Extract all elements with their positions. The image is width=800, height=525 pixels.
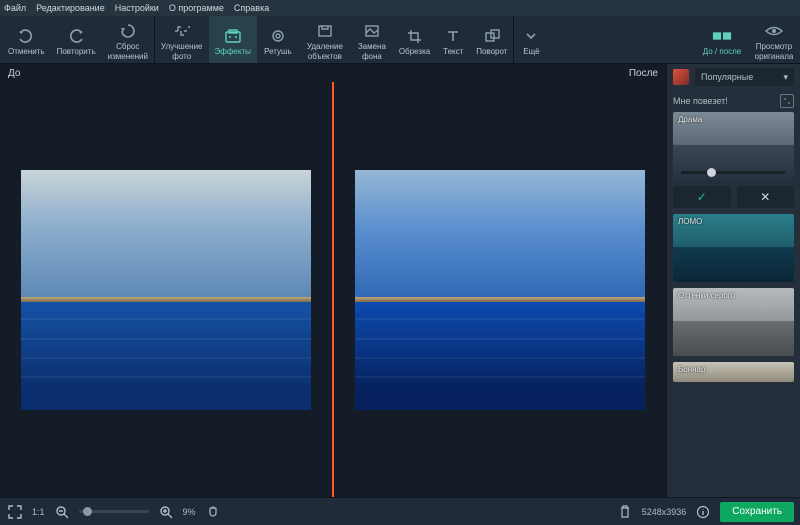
before-image — [21, 170, 311, 410]
redo-button[interactable]: Повторить — [51, 16, 102, 63]
undo-button[interactable]: Отменить — [2, 16, 51, 63]
effects-icon — [223, 26, 243, 46]
enhance-button[interactable]: Улучшение фото — [155, 16, 209, 63]
lucky-row[interactable]: Мне повезет! — [667, 90, 800, 112]
compare-icon — [712, 26, 732, 46]
zoom-value: 9% — [183, 507, 196, 517]
hand-tool-button[interactable] — [204, 503, 222, 521]
zoom-in-button[interactable] — [157, 503, 175, 521]
undo-icon — [16, 26, 36, 46]
menubar: Файл Редактирование Настройки О программ… — [0, 0, 800, 16]
dimensions-label: 5248x3936 — [642, 507, 687, 517]
menu-settings[interactable]: Настройки — [115, 3, 159, 13]
redo-icon — [66, 26, 86, 46]
after-image — [355, 170, 645, 410]
rotate-icon — [482, 26, 502, 46]
zoom-out-button[interactable] — [53, 503, 71, 521]
canvas-body[interactable] — [0, 82, 666, 497]
crop-icon — [405, 26, 425, 46]
menu-edit[interactable]: Редактирование — [36, 3, 105, 13]
before-pane — [0, 82, 332, 497]
view-original-button[interactable]: Просмотр оригинала — [748, 16, 800, 63]
info-button[interactable] — [694, 503, 712, 521]
effects-list[interactable]: Драма ✓ ✕ ЛОМО Оттенки серого Боннар — [667, 112, 800, 497]
chevron-down-icon — [521, 26, 541, 46]
reset-button[interactable]: Сброс изменений — [102, 16, 154, 63]
rotate-button[interactable]: Поворот — [470, 16, 513, 63]
app-window: Файл Редактирование Настройки О программ… — [0, 0, 800, 525]
effect-bonnard[interactable]: Боннар — [673, 362, 794, 382]
intensity-slider[interactable] — [681, 171, 786, 174]
remove-objects-button[interactable]: Удаление объектов — [299, 16, 351, 63]
menu-file[interactable]: Файл — [4, 3, 26, 13]
delete-button[interactable] — [616, 503, 634, 521]
retouch-button[interactable]: Ретушь — [257, 16, 299, 63]
dice-icon — [780, 94, 794, 108]
effects-panel: Популярные ▾ Мне повезет! Драма ✓ ✕ ЛОМО — [666, 64, 800, 497]
save-button[interactable]: Сохранить — [720, 502, 794, 522]
canvas-header: До После — [0, 64, 666, 82]
effect-drama[interactable]: Драма — [673, 112, 794, 180]
cancel-button[interactable]: ✕ — [737, 186, 795, 208]
retouch-icon — [268, 26, 288, 46]
after-pane — [334, 82, 666, 497]
eye-icon — [764, 21, 784, 41]
background-button[interactable]: Замена фона — [351, 16, 393, 63]
status-bar: 1:1 9% 5248x3936 Сохранить — [0, 497, 800, 525]
main-area: До После — [0, 64, 800, 497]
fullscreen-button[interactable] — [6, 503, 24, 521]
before-label: До — [8, 68, 20, 79]
apply-button[interactable]: ✓ — [673, 186, 731, 208]
effects-button[interactable]: Эффекты — [209, 16, 257, 63]
background-icon — [362, 21, 382, 41]
zoom-slider[interactable] — [79, 510, 149, 513]
after-label: После — [629, 68, 658, 79]
remove-objects-icon — [315, 21, 335, 41]
category-row: Популярные ▾ — [667, 64, 800, 90]
menu-about[interactable]: О программе — [169, 3, 224, 13]
before-after-button[interactable]: До / после — [696, 16, 748, 63]
chevron-down-icon: ▾ — [783, 72, 788, 83]
category-swatch — [673, 69, 689, 85]
fit-label[interactable]: 1:1 — [32, 507, 45, 517]
crop-button[interactable]: Обрезка — [393, 16, 436, 63]
effect-lomo[interactable]: ЛОМО — [673, 214, 794, 282]
category-select[interactable]: Популярные ▾ — [695, 68, 794, 86]
text-icon — [443, 26, 463, 46]
effect-actions: ✓ ✕ — [673, 186, 794, 208]
menu-help[interactable]: Справка — [234, 3, 269, 13]
toolbar: Отменить Повторить Сброс изменений Улучш… — [0, 16, 800, 64]
text-button[interactable]: Текст — [436, 16, 470, 63]
canvas-area: До После — [0, 64, 666, 497]
effect-greyscale[interactable]: Оттенки серого — [673, 288, 794, 356]
more-button[interactable]: Ещё — [514, 16, 548, 63]
reset-icon — [118, 21, 138, 41]
enhance-icon — [172, 21, 192, 41]
